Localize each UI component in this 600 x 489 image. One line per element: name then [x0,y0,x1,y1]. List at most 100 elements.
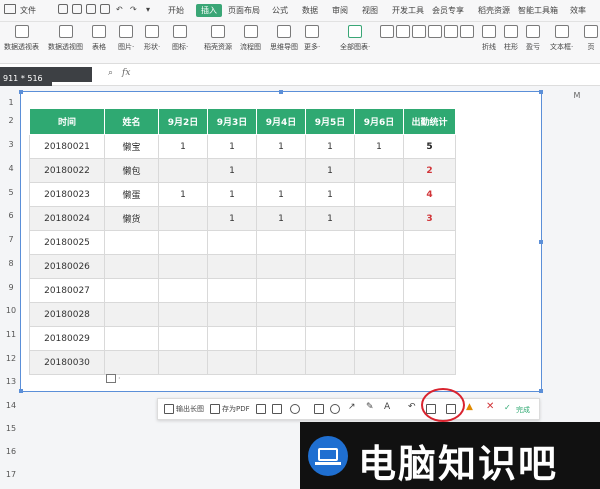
table-cell[interactable]: 懒宝 [104,134,159,159]
table-cell[interactable] [207,302,257,327]
table-cell[interactable] [305,350,355,375]
table-cell[interactable] [256,350,306,375]
table-cell[interactable]: 懒包 [104,158,159,183]
table-cell[interactable]: 1 [256,182,306,207]
table-cell[interactable] [403,230,456,255]
table-cell[interactable]: 1 [207,182,257,207]
row-header-13[interactable]: 13 [0,377,22,386]
pie-chart-button[interactable] [412,25,426,42]
header-cell[interactable]: 时间 [29,108,105,135]
save-as-pdf-button[interactable]: 存为PDF [222,404,250,414]
text-tool-icon[interactable]: A [384,402,390,412]
table-cell[interactable]: 1 [354,134,404,159]
flowchart-button[interactable]: 流程图 [240,25,261,52]
table-cell[interactable] [207,326,257,351]
row-header-16[interactable]: 16 [0,447,22,456]
table-cell[interactable] [158,254,208,279]
table-cell[interactable]: 4 [403,182,456,207]
tab-docer[interactable]: 稻壳资源 [478,5,510,16]
row-header-9[interactable]: 9 [0,283,22,292]
line-chart-button[interactable] [396,25,410,42]
table-cell[interactable]: 20180025 [29,230,105,255]
tab-view[interactable]: 视图 [362,5,378,16]
row-header-7[interactable]: 7 [0,235,22,244]
table-cell[interactable]: 1 [305,158,355,183]
table-cell[interactable] [104,350,159,375]
tab-page-layout[interactable]: 页面布局 [228,5,260,16]
export-icon[interactable] [72,4,82,14]
table-cell[interactable] [403,302,456,327]
table-cell[interactable]: 20180030 [29,350,105,375]
sparkline-winloss-button[interactable]: 盈亏 [526,25,540,52]
table-cell[interactable] [305,254,355,279]
resize-handle[interactable] [539,90,543,94]
table-cell[interactable]: 1 [207,134,257,159]
table-cell[interactable] [256,302,306,327]
table-cell[interactable]: 1 [207,206,257,231]
table-cell[interactable] [104,254,159,279]
resize-handle[interactable] [539,389,543,393]
print-icon[interactable] [86,4,96,14]
table-cell[interactable] [104,326,159,351]
table-cell[interactable] [305,278,355,303]
zoom-icon[interactable]: ⌕ [108,68,113,78]
header-cell[interactable]: 9月5日 [305,108,355,135]
paste-options-arrow[interactable]: · [118,374,121,383]
header-cell[interactable]: 姓名 [104,108,159,135]
arrow-tool-icon[interactable]: ↗ [348,402,356,412]
table-cell[interactable]: 1 [256,206,306,231]
mindmap-button[interactable]: 思维导图 [270,25,298,52]
undo-icon[interactable]: ↶ [116,5,123,14]
pin-icon[interactable]: ▲ [466,402,473,412]
pen-tool-icon[interactable]: ✎ [366,402,374,412]
table-cell[interactable] [158,326,208,351]
table-cell[interactable] [256,278,306,303]
table-cell[interactable] [354,158,404,183]
header-cell[interactable]: 9月3日 [207,108,257,135]
table-cell[interactable] [354,182,404,207]
table-cell[interactable]: 1 [305,182,355,207]
table-cell[interactable] [354,350,404,375]
row-header-14[interactable]: 14 [0,401,22,410]
table-cell[interactable]: 1 [305,134,355,159]
table-cell[interactable] [354,206,404,231]
table-cell[interactable]: 2 [403,158,456,183]
table-cell[interactable]: 1 [158,182,208,207]
more-options-icon[interactable] [290,404,300,414]
cancel-icon[interactable]: ✕ [486,401,494,412]
table-cell[interactable]: 1 [305,206,355,231]
table-cell[interactable]: 20180023 [29,182,105,207]
column-header-m[interactable]: M [559,88,595,104]
table-cell[interactable]: 1 [158,134,208,159]
header-footer-button[interactable]: 页 [584,25,598,52]
table-cell[interactable]: 5 [403,134,456,159]
row-header-17[interactable]: 17 [0,470,22,479]
column-chart-button[interactable] [380,25,394,42]
table-cell[interactable] [207,230,257,255]
header-cell[interactable]: 9月6日 [354,108,404,135]
table-cell[interactable] [158,278,208,303]
table-cell[interactable] [354,326,404,351]
table-cell[interactable] [403,350,456,375]
paste-options-icon[interactable] [106,374,116,383]
row-header-1[interactable]: 1 [0,98,22,107]
more-button[interactable]: 更多· [304,25,320,52]
table-cell[interactable] [207,350,257,375]
row-header-10[interactable]: 10 [0,306,22,315]
table-cell[interactable]: 20180028 [29,302,105,327]
icon-button[interactable]: 图标· [172,25,188,52]
textbox-button[interactable]: 文本框· [550,25,573,52]
table-cell[interactable] [305,326,355,351]
table-button[interactable]: 表格 [92,25,106,52]
tab-developer[interactable]: 开发工具 [392,5,424,16]
row-header-15[interactable]: 15 [0,424,22,433]
area-chart-button[interactable] [444,25,458,42]
tab-insert[interactable]: 插入 [196,4,222,17]
docer-resource-button[interactable]: 稻壳资源 [204,25,232,52]
table-cell[interactable] [256,158,306,183]
resize-handle[interactable] [19,90,23,94]
rectangle-tool-icon[interactable] [314,404,324,414]
save-icon[interactable] [58,4,68,14]
tab-review[interactable]: 审阅 [332,5,348,16]
all-charts-button[interactable]: 全部图表· [340,25,370,52]
